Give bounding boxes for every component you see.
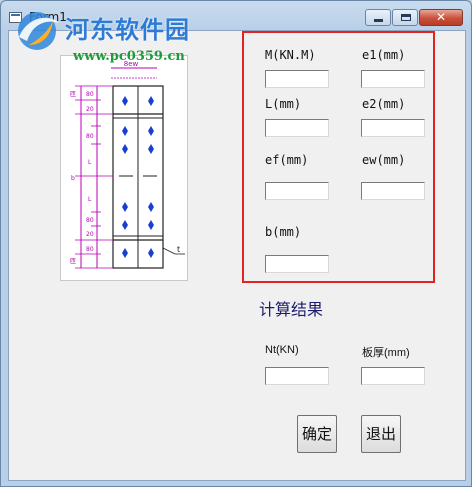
form-client-area: 8ew 匝 80 20 80 L b L 80 20 80 匝 t M(KN.M…	[8, 30, 466, 481]
ef-label: ef(mm)	[265, 153, 309, 167]
maximize-button[interactable]	[392, 9, 418, 26]
dim-label: L	[88, 196, 92, 203]
b-input[interactable]	[265, 255, 329, 273]
m-input[interactable]	[265, 70, 329, 88]
top-dim-label: 8ew	[124, 60, 139, 68]
e2-label: e2(mm)	[362, 97, 406, 111]
l-label: L(mm)	[265, 97, 302, 111]
thickness-output[interactable]	[361, 367, 425, 385]
ew-label: ew(mm)	[362, 153, 406, 167]
exit-button[interactable]: 退出	[361, 415, 401, 453]
nt-output[interactable]	[265, 367, 329, 385]
bolt	[122, 202, 128, 212]
bolt	[122, 96, 128, 106]
bolt-connection-diagram: 8ew 匝 80 20 80 L b L 80 20 80 匝 t	[60, 55, 188, 281]
window-title: Form1	[29, 10, 67, 24]
bolt	[148, 248, 154, 258]
app-icon	[9, 12, 22, 23]
dim-label: L	[88, 159, 92, 166]
bolt	[148, 126, 154, 136]
ok-button[interactable]: 确定	[297, 415, 337, 453]
nt-label: Nt(KN)	[265, 344, 299, 356]
left-dim-labels: 匝 80 20 80 L b L 80 20 80 匝	[70, 91, 94, 265]
close-button[interactable]: ✕	[419, 9, 463, 26]
bolt	[148, 202, 154, 212]
dim-label: 20	[86, 106, 94, 113]
dim-label: 20	[86, 231, 94, 238]
close-icon: ✕	[435, 10, 447, 24]
l-input[interactable]	[265, 119, 329, 137]
e1-label: e1(mm)	[362, 48, 406, 62]
dim-label: 80	[86, 246, 94, 253]
b-label: b(mm)	[265, 225, 302, 239]
title-bar[interactable]: Form1 ✕	[1, 1, 471, 31]
thickness-label: 板厚(mm)	[362, 347, 410, 359]
dim-label: 匝	[70, 258, 76, 265]
minimize-button[interactable]	[365, 9, 391, 26]
caption-buttons: ✕	[365, 9, 463, 26]
bolt	[122, 248, 128, 258]
thickness-leader	[162, 247, 176, 255]
ew-input[interactable]	[361, 182, 425, 200]
dim-label: 80	[86, 91, 94, 98]
thickness-mark: t	[177, 245, 180, 254]
ef-input[interactable]	[265, 182, 329, 200]
bolt	[122, 144, 128, 154]
bolt	[148, 144, 154, 154]
main-window: Form1 ✕ 8ew 匝 80 20 80 L b L 80 20 80 匝 …	[0, 0, 472, 487]
bolt	[122, 220, 128, 230]
dim-label: 80	[86, 217, 94, 224]
bolt	[148, 220, 154, 230]
bolt	[122, 126, 128, 136]
e1-input[interactable]	[361, 70, 425, 88]
dim-label: b	[71, 175, 75, 182]
dim-label: 80	[86, 133, 94, 140]
maximize-icon	[401, 14, 411, 21]
m-label: M(KN.M)	[265, 48, 316, 62]
results-title: 计算结果	[259, 300, 324, 319]
e2-input[interactable]	[361, 119, 425, 137]
dim-label: 匝	[70, 91, 76, 98]
minimize-icon	[374, 19, 383, 22]
bolt	[148, 96, 154, 106]
